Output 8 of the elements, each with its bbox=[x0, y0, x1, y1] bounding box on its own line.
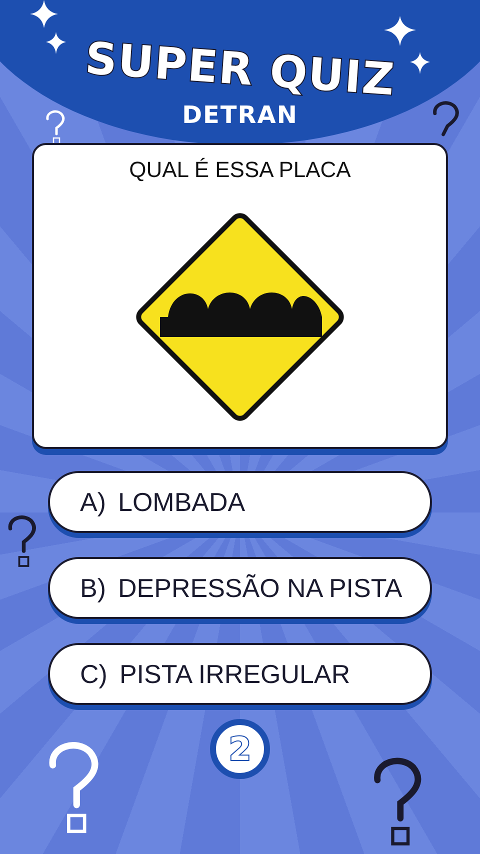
question-text: QUAL É ESSA PLACA bbox=[129, 157, 351, 183]
option-letter: C) bbox=[80, 658, 108, 690]
option-letter: B) bbox=[80, 572, 106, 604]
countdown-timer: 2 bbox=[210, 719, 270, 779]
option-text: PISTA IRREGULAR bbox=[119, 658, 350, 690]
option-text: DEPRESSÃO NA PISTA bbox=[118, 572, 402, 604]
option-letter: A) bbox=[80, 486, 106, 518]
option-text: LOMBADA bbox=[118, 486, 246, 518]
